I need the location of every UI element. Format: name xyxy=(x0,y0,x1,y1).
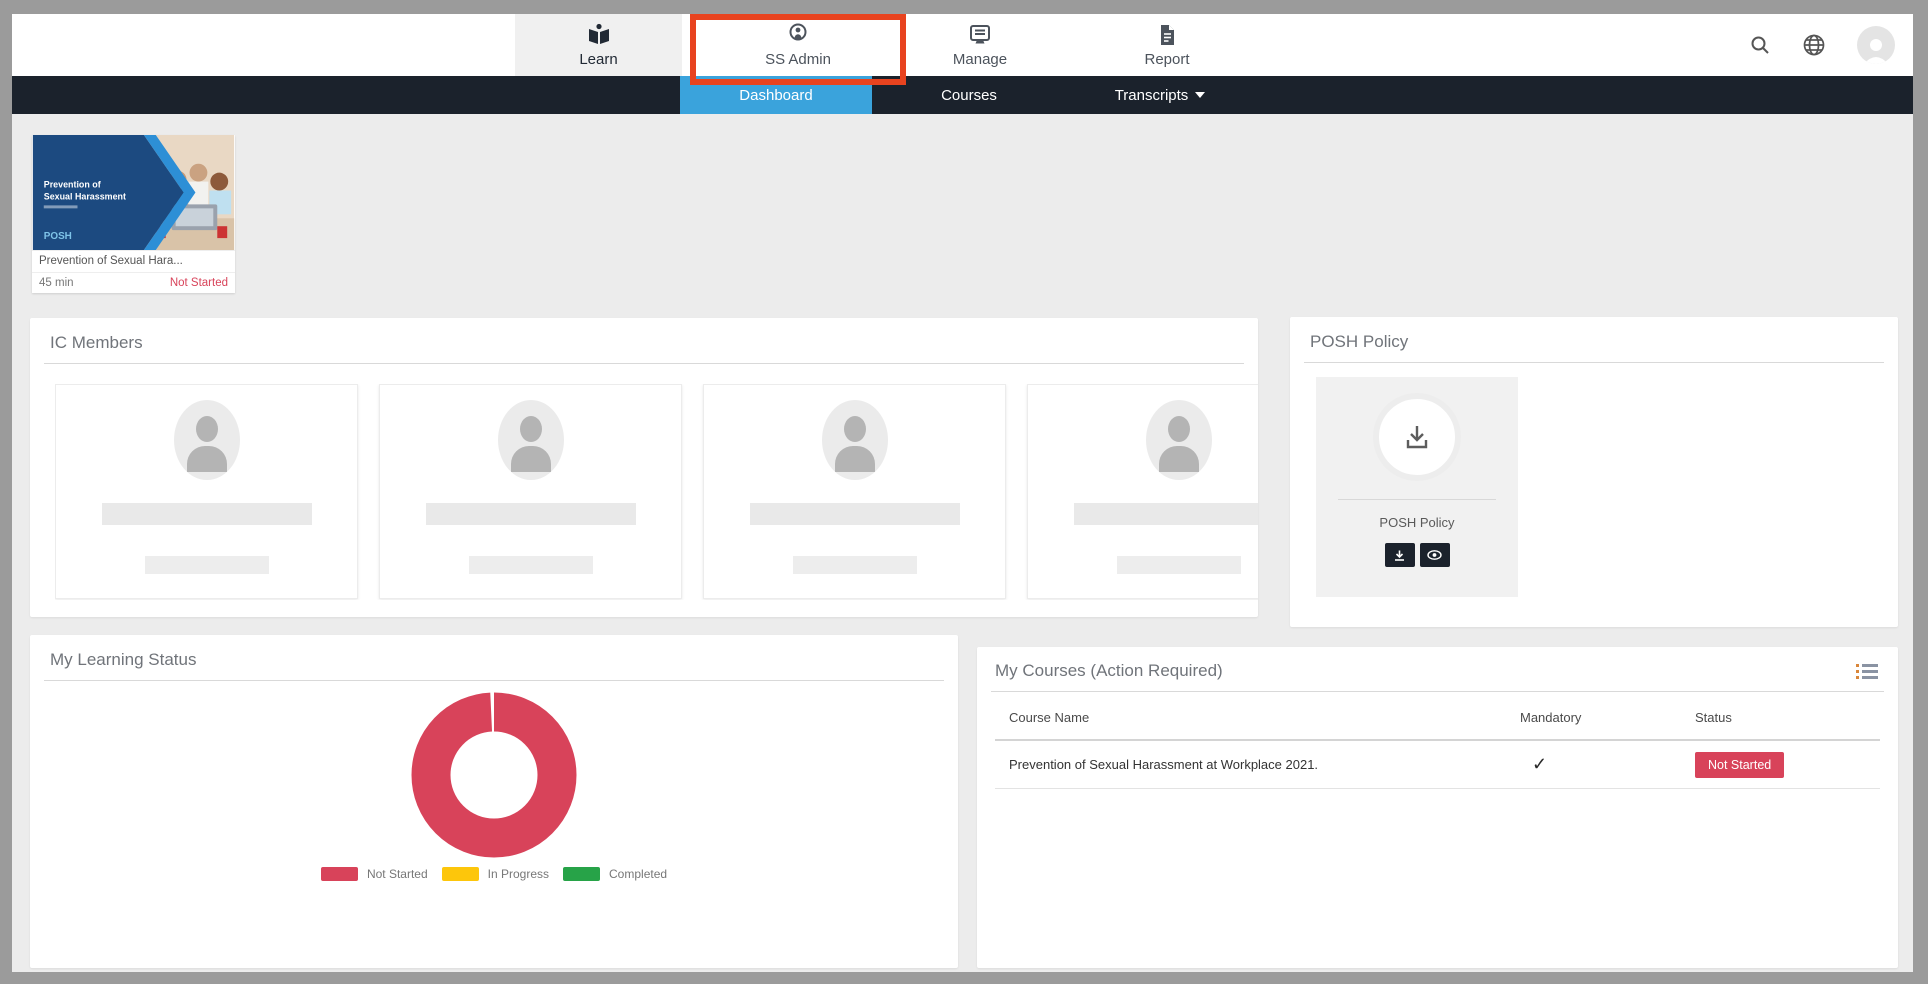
course-status: Not Started xyxy=(170,277,228,289)
member-card-placeholder[interactable] xyxy=(55,384,358,599)
my-courses-header: My Courses (Action Required) xyxy=(977,647,1898,691)
thumb-title-line2: Sexual Harassment xyxy=(44,191,126,201)
globe-icon[interactable] xyxy=(1801,32,1827,58)
tab-report-label: Report xyxy=(1144,51,1189,68)
person-circle-icon xyxy=(785,22,811,48)
preview-button[interactable] xyxy=(1420,543,1450,567)
tab-learn-label: Learn xyxy=(579,51,617,68)
donut-chart xyxy=(408,689,580,861)
course-card[interactable]: Prevention of Sexual Harassment POSH Pre… xyxy=(32,135,235,293)
tab-manage-label: Manage xyxy=(953,51,1007,68)
tab-ss-admin[interactable]: SS Admin xyxy=(696,14,900,76)
eye-icon xyxy=(1427,549,1442,561)
person-avatar-icon xyxy=(1146,400,1212,480)
my-courses-panel: My Courses (Action Required) Course Name… xyxy=(977,647,1898,968)
divider xyxy=(991,691,1884,692)
ic-members-panel: IC Members xyxy=(30,318,1258,617)
appbar-icon-group xyxy=(1749,14,1895,76)
app-window: Learn SS Admin xyxy=(12,14,1913,972)
member-card-placeholder[interactable] xyxy=(703,384,1006,599)
subnav-dashboard-label: Dashboard xyxy=(739,87,812,104)
subnav-item-dashboard[interactable]: Dashboard xyxy=(680,76,872,114)
list-view-icon[interactable] xyxy=(1854,662,1880,681)
legend-swatch-green xyxy=(563,867,600,881)
mandatory-check-icon: ✓ xyxy=(1520,754,1695,775)
subnav-item-transcripts[interactable]: Transcripts xyxy=(1060,76,1260,114)
column-status: Status xyxy=(1695,710,1880,725)
status-badge: Not Started xyxy=(1695,752,1784,778)
chart-legend: Not Started In Progress Completed xyxy=(30,867,958,881)
top-navigation-bar: Learn SS Admin xyxy=(12,14,1913,76)
legend-item-not-started: Not Started xyxy=(321,867,428,881)
subnav-transcripts-label: Transcripts xyxy=(1115,87,1189,104)
screenshot-frame: Learn SS Admin xyxy=(0,0,1928,984)
posh-policy-panel: POSH Policy POSH Policy xyxy=(1290,317,1898,627)
person-avatar-icon xyxy=(822,400,888,480)
member-name-placeholder xyxy=(102,503,312,525)
download-circle-button[interactable] xyxy=(1373,393,1461,481)
thumb-title-line1: Prevention of xyxy=(44,180,101,190)
member-role-placeholder xyxy=(793,556,917,574)
posh-card-label: POSH Policy xyxy=(1379,515,1454,530)
thumb-logo: POSH xyxy=(44,231,72,242)
legend-item-completed: Completed xyxy=(563,867,667,881)
ic-members-title: IC Members xyxy=(30,318,1258,363)
search-icon[interactable] xyxy=(1749,34,1771,56)
subnav-courses-label: Courses xyxy=(941,87,997,104)
download-button[interactable] xyxy=(1385,543,1415,567)
course-thumbnail-image: Prevention of Sexual Harassment POSH xyxy=(32,135,235,250)
person-avatar-icon xyxy=(498,400,564,480)
course-card-title: Prevention of Sexual Hara... xyxy=(32,250,235,272)
divider xyxy=(1338,499,1496,500)
column-mandatory: Mandatory xyxy=(1520,710,1695,725)
divider xyxy=(44,363,1244,364)
my-learning-status-panel: My Learning Status Not Started xyxy=(30,635,958,968)
my-courses-title: My Courses (Action Required) xyxy=(995,661,1223,681)
column-course-name: Course Name xyxy=(1009,710,1520,725)
download-icon xyxy=(1393,549,1406,562)
member-card-placeholder[interactable] xyxy=(1027,384,1258,599)
tab-ss-admin-label: SS Admin xyxy=(765,51,831,68)
member-role-placeholder xyxy=(1117,556,1241,574)
divider xyxy=(1304,362,1884,363)
courses-table-header: Course Name Mandatory Status xyxy=(995,698,1880,741)
chevron-down-icon xyxy=(1195,92,1205,98)
posh-policy-title: POSH Policy xyxy=(1290,317,1898,362)
member-name-placeholder xyxy=(426,503,636,525)
tab-learn[interactable]: Learn xyxy=(515,14,682,76)
person-avatar-icon xyxy=(174,400,240,480)
member-name-placeholder xyxy=(750,503,960,525)
member-name-placeholder xyxy=(1074,503,1259,525)
subnav-item-courses[interactable]: Courses xyxy=(889,76,1049,114)
divider xyxy=(44,680,944,681)
tab-manage[interactable]: Manage xyxy=(900,14,1060,76)
course-card-meta: 45 min Not Started xyxy=(32,272,235,293)
download-icon xyxy=(1400,420,1434,454)
table-row[interactable]: Prevention of Sexual Harassment at Workp… xyxy=(995,741,1880,789)
legend-label: In Progress xyxy=(488,867,549,881)
posh-button-row xyxy=(1385,543,1450,567)
legend-swatch-yellow xyxy=(442,867,479,881)
legend-label: Completed xyxy=(609,867,667,881)
dashboard-body: Prevention of Sexual Harassment POSH Pre… xyxy=(12,114,1913,972)
courses-table: Course Name Mandatory Status Prevention … xyxy=(995,698,1880,789)
my-learning-status-title: My Learning Status xyxy=(30,635,958,680)
legend-item-in-progress: In Progress xyxy=(442,867,549,881)
course-duration: 45 min xyxy=(39,277,74,289)
tab-report[interactable]: Report xyxy=(1087,14,1247,76)
learn-reader-icon xyxy=(586,22,612,48)
document-icon xyxy=(1154,22,1180,48)
member-role-placeholder xyxy=(469,556,593,574)
member-role-placeholder xyxy=(145,556,269,574)
avatar[interactable] xyxy=(1857,26,1895,64)
member-card-placeholder[interactable] xyxy=(379,384,682,599)
board-list-icon xyxy=(967,22,993,48)
ic-members-card-row xyxy=(55,384,1258,600)
learning-status-chart xyxy=(30,689,958,861)
legend-label: Not Started xyxy=(367,867,428,881)
posh-policy-card: POSH Policy xyxy=(1316,377,1518,597)
sub-navigation-bar: Dashboard Courses Transcripts xyxy=(12,76,1913,114)
row-course-name: Prevention of Sexual Harassment at Workp… xyxy=(1009,757,1520,772)
legend-swatch-red xyxy=(321,867,358,881)
